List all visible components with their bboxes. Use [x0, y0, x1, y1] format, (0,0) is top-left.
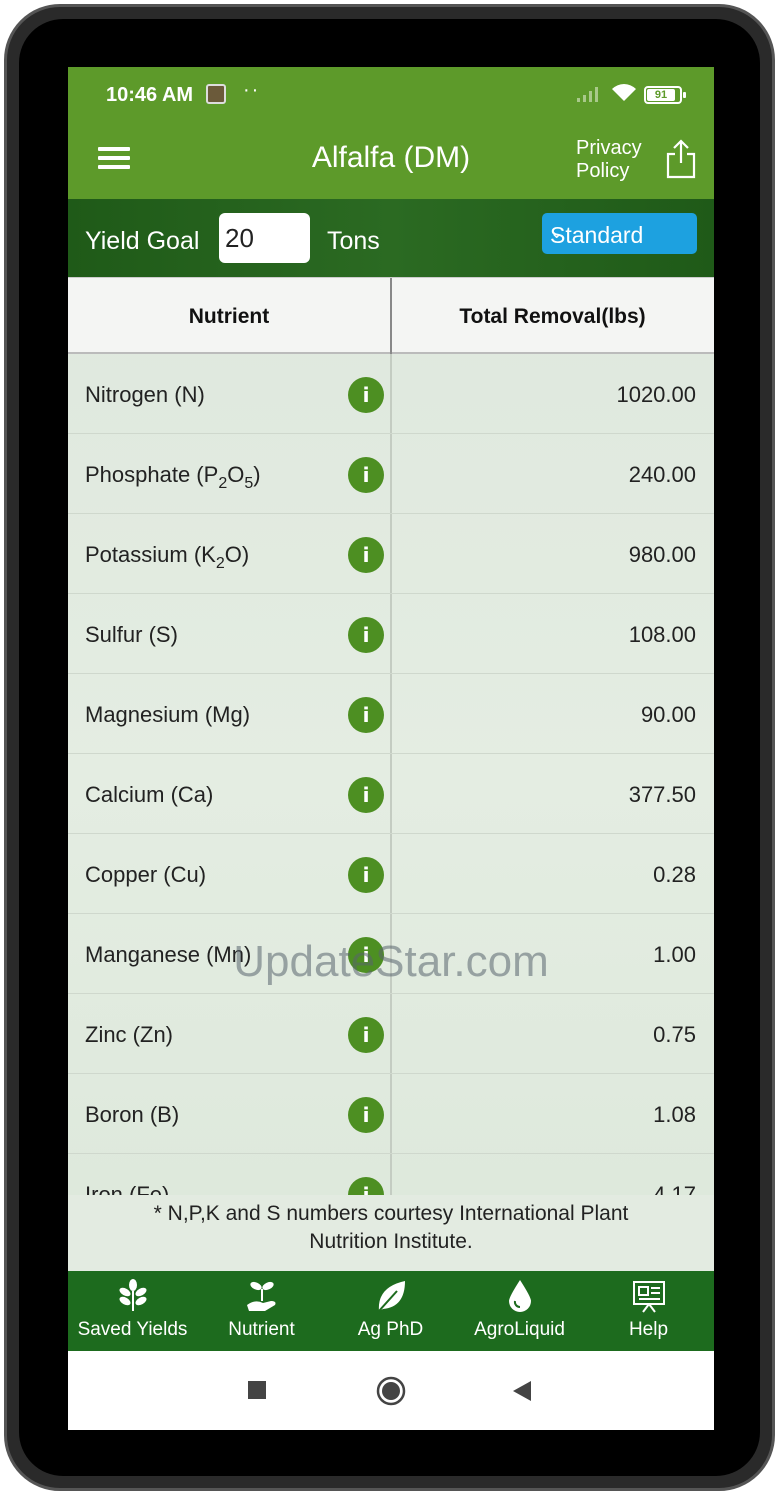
removal-value: 1.00	[653, 942, 696, 967]
nav-saved-yields[interactable]: Saved Yields	[68, 1271, 197, 1351]
nutrient-name: Potassium (K2O)	[85, 542, 250, 572]
info-icon[interactable]: i	[348, 1017, 384, 1053]
info-icon[interactable]: i	[348, 537, 384, 573]
nav-nutrient[interactable]: Nutrient	[197, 1271, 326, 1351]
leaf-icon	[377, 1281, 405, 1312]
removal-value: 90.00	[640, 702, 696, 727]
table-row-zinc: Zinc (Zn) i 0.75	[68, 994, 714, 1074]
nav-label: Nutrient	[228, 1319, 295, 1340]
info-icon[interactable]: i	[348, 697, 384, 733]
presentation-board-icon	[632, 1281, 665, 1313]
table-header: Nutrient Total Removal(lbs)	[68, 277, 714, 355]
nav-label: AgroLiquid	[474, 1319, 565, 1340]
table-row-magnesium: Magnesium (Mg) i 90.00	[68, 674, 714, 754]
removal-value: 108.00	[628, 622, 696, 647]
battery-icon: 91	[644, 86, 686, 104]
nutrient-name: Boron (B)	[85, 1102, 180, 1127]
table-row-potassium: Potassium (K2O) i 980.00	[68, 514, 714, 594]
info-icon[interactable]: i	[348, 457, 384, 493]
table-row-manganese: Manganese (Mn) i 1.00	[68, 914, 714, 994]
battery-level: 91	[647, 89, 675, 101]
footnote: * N,P,K and S numbers courtesy Internati…	[68, 1195, 714, 1271]
removal-value: 377.50	[628, 782, 696, 807]
nutrient-table: Nutrient Total Removal(lbs) Nitrogen (N)…	[68, 277, 714, 1271]
wifi-icon	[612, 84, 636, 101]
nutrient-name: Copper (Cu)	[85, 862, 207, 887]
nutrient-name: Calcium (Ca)	[85, 782, 214, 807]
nutrient-name: Nitrogen (N)	[85, 382, 205, 407]
table-row-copper: Copper (Cu) i 0.28	[68, 834, 714, 914]
removal-value: 1020.00	[616, 382, 696, 407]
signal-icon	[577, 87, 598, 102]
app-bar: Alfalfa (DM) Privacy Policy	[68, 123, 714, 199]
nav-help[interactable]: Help	[584, 1271, 713, 1351]
privacy-line-1: Privacy	[576, 137, 642, 159]
table-row-calcium: Calcium (Ca) i 377.50	[68, 754, 714, 834]
nutrient-name: Phosphate (P2O5)	[85, 462, 261, 492]
info-icon[interactable]: i	[348, 777, 384, 813]
status-time: 10:46 AM	[106, 84, 194, 106]
column-header-nutrient: Nutrient	[188, 305, 270, 328]
privacy-policy-link[interactable]: Privacy Policy	[576, 137, 642, 183]
nutrient-name: Manganese (Mn)	[85, 942, 252, 967]
info-icon[interactable]: i	[348, 937, 384, 973]
chevron-down-icon: ⌄	[550, 225, 564, 242]
yield-goal-input[interactable]	[219, 213, 310, 263]
recents-square-icon[interactable]	[247, 1380, 267, 1400]
removal-value: 0.75	[653, 1022, 696, 1047]
info-icon[interactable]: i	[348, 617, 384, 653]
status-dots: ··	[243, 79, 261, 101]
plant-hand-icon	[246, 1281, 275, 1311]
footnote-line-2: Nutrition Institute.	[309, 1230, 473, 1253]
share-icon[interactable]	[666, 139, 696, 179]
column-header-removal: Total Removal(lbs)	[459, 305, 646, 328]
info-icon[interactable]: i	[348, 377, 384, 413]
sprout-leaves-icon	[119, 1279, 146, 1311]
removal-value: 0.28	[653, 862, 696, 887]
table-row-phosphate: Phosphate (P2O5) i 240.00	[68, 434, 714, 514]
info-icon[interactable]: i	[348, 857, 384, 893]
footnote-line-1: * N,P,K and S numbers courtesy Internati…	[153, 1202, 629, 1225]
nav-label: Saved Yields	[77, 1319, 188, 1340]
yield-goal-label: Yield Goal	[85, 227, 200, 255]
info-icon[interactable]: i	[348, 1097, 384, 1133]
nutrient-name: Sulfur (S)	[85, 622, 178, 647]
yield-unit-label: Tons	[327, 227, 380, 255]
home-circle-icon[interactable]	[376, 1376, 406, 1406]
table-row-nitrogen: Nitrogen (N) i 1020.00	[68, 354, 714, 434]
notification-app-icon	[206, 84, 226, 104]
removal-value: 240.00	[628, 462, 696, 487]
bottom-navigation: Saved Yields Nutrient Ag PhD AgroLiquid …	[68, 1271, 714, 1351]
app-screen: 10:46 AM ·· 91 Alfalfa (DM) Privacy Poli…	[68, 67, 714, 1430]
droplet-icon	[508, 1280, 531, 1312]
mode-select[interactable]: Standard ⌄	[542, 213, 697, 254]
nav-agroliquid[interactable]: AgroLiquid	[455, 1271, 584, 1351]
table-row-boron: Boron (B) i 1.08	[68, 1074, 714, 1154]
nav-label: Ag PhD	[357, 1319, 424, 1340]
yield-goal-bar: Yield Goal Tons Standard ⌄	[68, 199, 714, 277]
back-triangle-icon[interactable]	[512, 1380, 532, 1402]
privacy-line-2: Policy	[576, 160, 630, 182]
nav-ag-phd[interactable]: Ag PhD	[326, 1271, 455, 1351]
nutrient-name: Magnesium (Mg)	[85, 702, 251, 727]
removal-value: 1.08	[653, 1102, 696, 1127]
system-navigation	[68, 1351, 714, 1430]
removal-value: 980.00	[628, 542, 696, 567]
status-bar: 10:46 AM ·· 91	[68, 67, 714, 123]
table-row-sulfur: Sulfur (S) i 108.00	[68, 594, 714, 674]
nav-label: Help	[628, 1319, 669, 1340]
nutrient-name: Zinc (Zn)	[85, 1022, 173, 1047]
